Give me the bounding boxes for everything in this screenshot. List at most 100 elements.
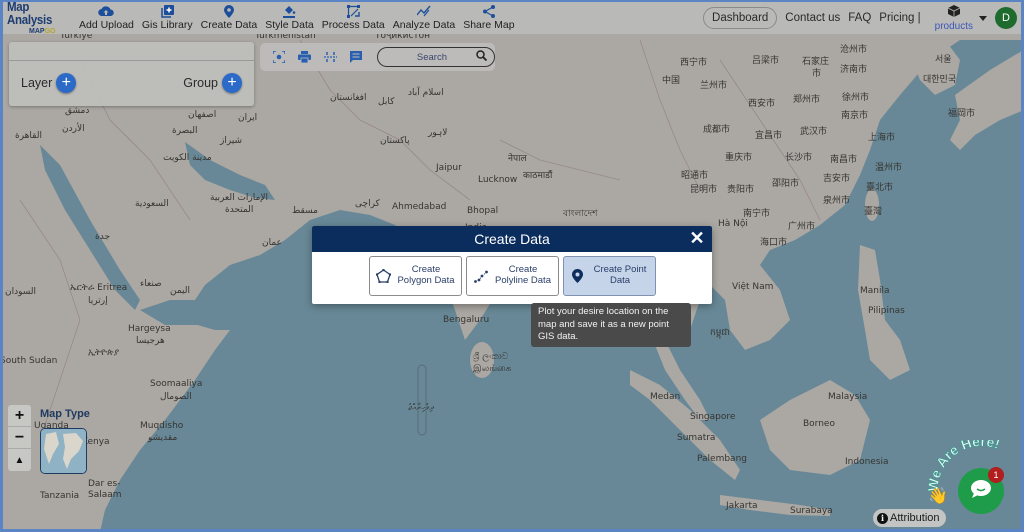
map-place-label: កម្ពុជា (710, 328, 730, 338)
map-place-label: Jakarta (726, 501, 758, 511)
map-place-label: 臺灣 (864, 207, 883, 217)
map-place-label: الأردن (62, 124, 85, 134)
nav-label: Analyze Data (392, 19, 456, 31)
nav-label: Share Map (463, 19, 515, 31)
products-label: products (934, 21, 973, 32)
map-place-label: 郑州市 (793, 95, 821, 105)
nav-analyze-data[interactable]: Analyze Data (393, 4, 455, 34)
map-place-label: 济南市 (840, 65, 868, 75)
map-place-label: Ahmedabad (392, 202, 447, 212)
search-icon[interactable] (476, 48, 488, 66)
measure-icon[interactable] (323, 50, 337, 64)
zoom-out-button[interactable]: − (8, 427, 31, 449)
modal-body: Create Polygon Data Create Polyline Data C… (312, 252, 712, 296)
button-label: Create Polyline Data (495, 264, 551, 286)
layer-control: Layer + (21, 73, 77, 93)
map-place-label: دمشق (65, 106, 90, 116)
map-place-label: اليمن (170, 286, 191, 296)
map-place-label: السودان (5, 287, 37, 297)
faq-link[interactable]: FAQ (848, 12, 871, 24)
user-avatar[interactable]: D (995, 7, 1017, 29)
map-place-label: 吉安市 (823, 174, 851, 184)
compass-icon: ▲ (14, 454, 25, 466)
nav-gis-library[interactable]: Gis Library (142, 4, 193, 34)
map-place-label: مسقط (292, 206, 318, 216)
search-box (376, 47, 495, 67)
close-icon[interactable]: ✕ (688, 229, 706, 247)
map-place-label: 南昌市 (830, 155, 858, 165)
map-place-label: 西宁市 (680, 58, 708, 68)
map-place-label: لاہور (428, 128, 448, 138)
waving-hand-icon: 👋 (928, 488, 948, 505)
map-place-label: السعودية (135, 199, 169, 209)
contact-link[interactable]: Contact us (785, 12, 840, 24)
analyze-icon (416, 4, 431, 18)
map-place-label: Hà Nội (718, 219, 748, 229)
dashboard-button[interactable]: Dashboard (703, 7, 778, 29)
map-place-label: المتحدة (225, 205, 254, 215)
map-place-label: ኤርትራ Eritrea (70, 283, 128, 293)
button-label: Create Polygon Data (397, 264, 455, 286)
map-place-label: 昆明市 (690, 185, 718, 195)
map-place-label: 吕梁市 (752, 56, 780, 66)
map-place-label: افغانستان (330, 93, 367, 103)
map-place-label: کراچی (355, 199, 380, 209)
map-place-label: 宜昌市 (755, 131, 783, 141)
map-place-label: Hargeysa (128, 324, 171, 334)
map-place-label: ශ්‍රී ලංකාව (473, 352, 509, 362)
modal-header: Create Data ✕ (312, 226, 712, 252)
products-menu[interactable]: products (935, 4, 973, 32)
print-icon[interactable] (298, 50, 312, 64)
create-polygon-button[interactable]: Create Polygon Data (368, 256, 462, 296)
map-place-label: 兰州市 (700, 81, 728, 91)
map-type-switcher[interactable] (40, 428, 87, 474)
brand-logo[interactable]: Map Analysis MAPGO (3, 1, 75, 35)
location-pin-icon (223, 4, 234, 18)
layer-panel-header (9, 42, 254, 61)
layer-label: Layer (21, 76, 53, 90)
map-place-label: 서울 (935, 55, 952, 65)
add-layer-button[interactable]: + (56, 73, 77, 93)
create-point-button[interactable]: Create Point Data (562, 256, 656, 296)
map-place-label: 邵阳市 (772, 179, 800, 189)
comment-icon[interactable] (349, 50, 363, 64)
chevron-down-icon[interactable] (979, 15, 987, 21)
map-place-label: 南宁市 (743, 209, 771, 219)
chat-widget: We Are Here! 👋 1 (920, 440, 1024, 532)
nav-process-data[interactable]: Process Data (322, 4, 385, 34)
map-place-label: नेपाल (508, 154, 527, 164)
layer-panel: Layer + Group + (9, 42, 254, 106)
brand-sub-b: GO (44, 28, 56, 35)
share-icon (482, 4, 495, 18)
add-group-button[interactable]: + (222, 73, 242, 93)
map-place-label: صنعاء (140, 279, 162, 289)
group-label: Group (183, 76, 218, 90)
map-place-label: جدة (95, 232, 111, 242)
map-place-label: مقديشو (148, 433, 178, 443)
map-place-label: Medan (650, 392, 681, 402)
search-input[interactable] (387, 51, 476, 63)
map-place-label: اسلام آباد (408, 88, 444, 98)
nav-label: Style Data (265, 19, 314, 31)
zoom-in-button[interactable]: + (8, 405, 31, 427)
focus-icon[interactable] (272, 50, 286, 64)
reset-north-button[interactable]: ▲ (8, 449, 31, 471)
create-polyline-button[interactable]: Create Polyline Data (465, 256, 559, 296)
nav-share-map[interactable]: Share Map (463, 4, 515, 34)
map-type-thumbnail-icon (41, 429, 86, 473)
map-place-label: Salaam (88, 490, 122, 500)
map-place-label: البصرة (172, 126, 198, 136)
map-place-label: 徐州市 (842, 93, 870, 103)
map-place-label: القاهرة (15, 131, 42, 141)
map-place-label: 南京市 (841, 111, 869, 121)
nav-style-data[interactable]: Style Data (265, 4, 314, 34)
map-place-label: عمان (262, 238, 282, 248)
nav-create-data[interactable]: Create Data (201, 4, 257, 34)
map-place-label: 沧州市 (840, 45, 868, 55)
nav-add-upload[interactable]: Add Upload (79, 4, 134, 34)
map-place-label: 海口市 (760, 238, 788, 248)
map-place-label: الإمارات العربية (210, 193, 268, 203)
group-control: Group + (183, 73, 242, 93)
map-place-label: 成都市 (703, 125, 731, 135)
pricing-link[interactable]: Pricing | (879, 12, 920, 24)
